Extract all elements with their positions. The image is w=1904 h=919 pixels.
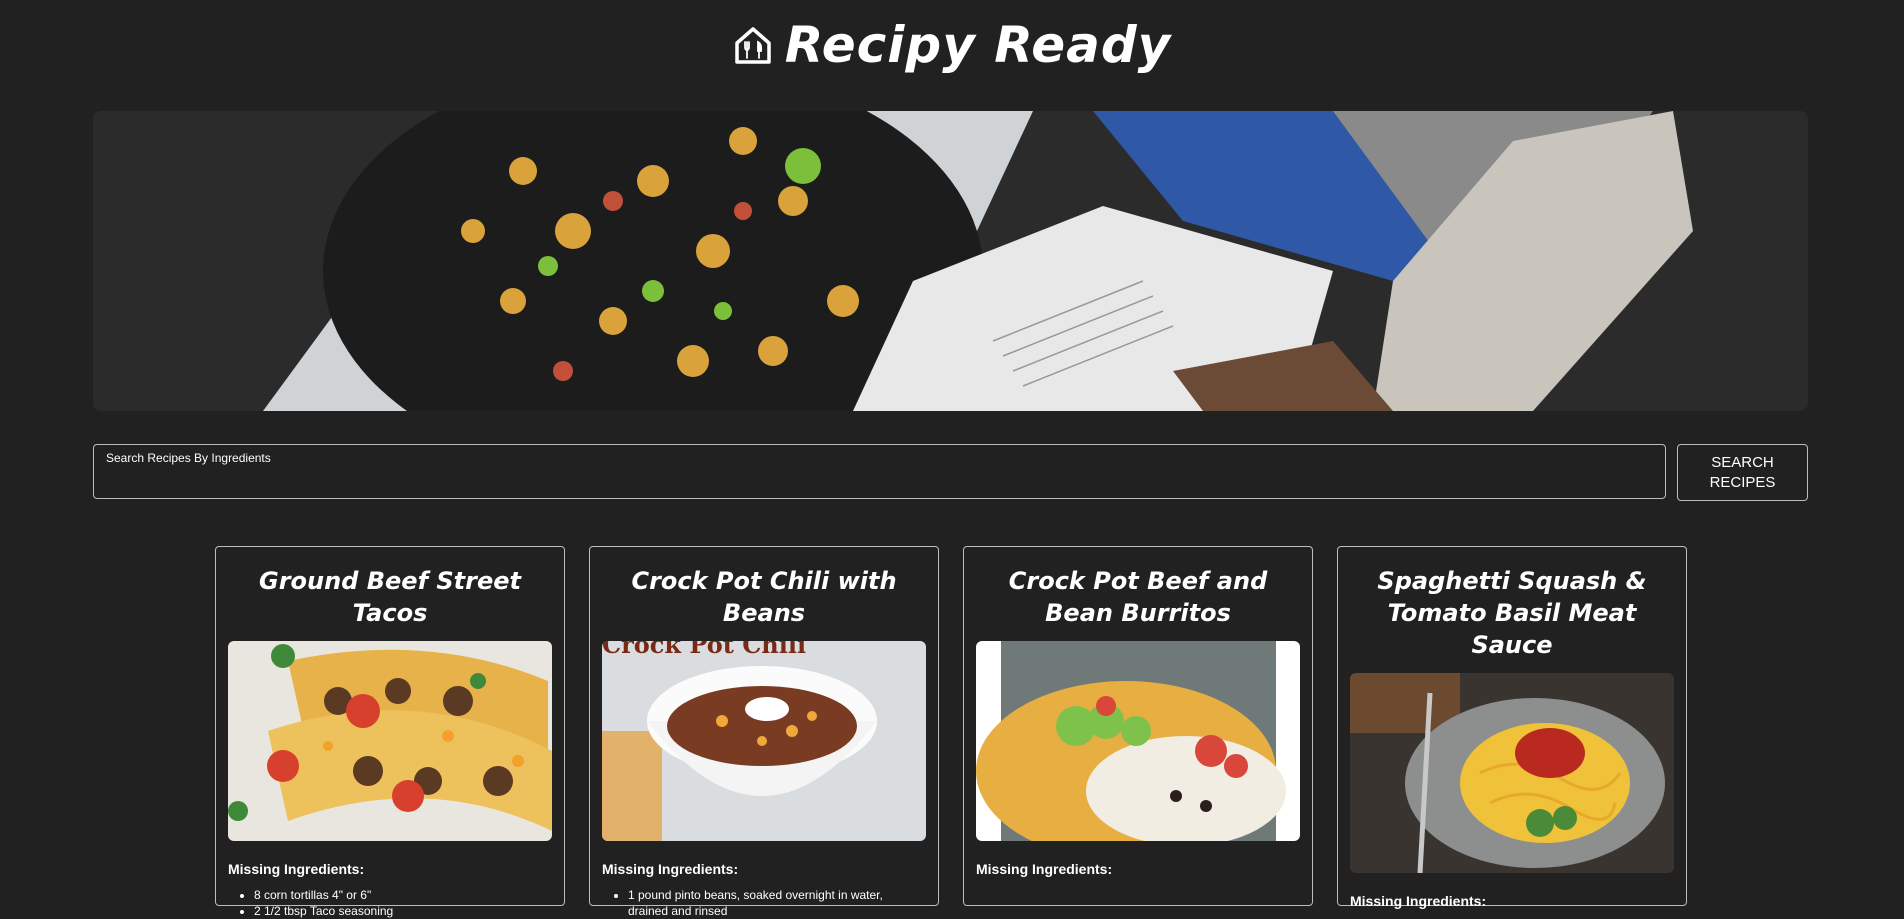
tacos-photo: [228, 641, 552, 841]
search-recipes-button[interactable]: SEARCH RECIPES: [1677, 444, 1808, 501]
ingredient-search-field[interactable]: Search Recipes By Ingredients: [93, 444, 1666, 499]
missing-ingredients-label: Missing Ingredients:: [228, 861, 365, 877]
hero-banner: [93, 111, 1808, 411]
site-title: Recipy Ready: [784, 16, 1172, 74]
site-header: Recipy Ready: [0, 0, 1904, 90]
recipe-card[interactable]: Crock Pot Chili with Beans Crock Pot Chi…: [589, 546, 939, 918]
recipe-title: Crock Pot Beef and Bean Burritos: [1008, 567, 1268, 627]
missing-ingredients-label: Missing Ingredients:: [602, 861, 739, 877]
ingredient-item: 8 corn tortillas 4" or 6": [254, 887, 552, 903]
missing-ingredients-label: Missing Ingredients:: [1350, 893, 1487, 909]
recipe-title: Ground Beef Street Tacos: [259, 567, 521, 627]
restaurant-home-icon: [734, 27, 771, 64]
recipe-card[interactable]: Spaghetti Squash & Tomato Basil Meat Sau…: [1337, 546, 1687, 909]
missing-ingredients-label: Missing Ingredients:: [976, 861, 1113, 877]
chili-image-text: Crock Pot Chili: [602, 641, 806, 659]
search-label: Search Recipes By Ingredients: [106, 451, 271, 465]
burrito-plate-photo: [976, 641, 1300, 841]
recipe-title: Crock Pot Chili with Beans: [631, 567, 897, 627]
recipe-title: Spaghetti Squash & Tomato Basil Meat Sau…: [1377, 567, 1647, 659]
search-input[interactable]: [106, 469, 1650, 495]
ingredient-item: 2 1/2 tbsp Taco seasoning: [254, 903, 552, 919]
spaghetti-squash-photo: [1350, 673, 1674, 873]
recipe-card[interactable]: Crock Pot Beef and Bean Burritos Missing…: [963, 546, 1313, 906]
chili-bowl-photo: Crock Pot Chili: [602, 641, 926, 841]
recipe-card[interactable]: Ground Beef Street Tacos Missing Ingredi…: [215, 546, 565, 918]
